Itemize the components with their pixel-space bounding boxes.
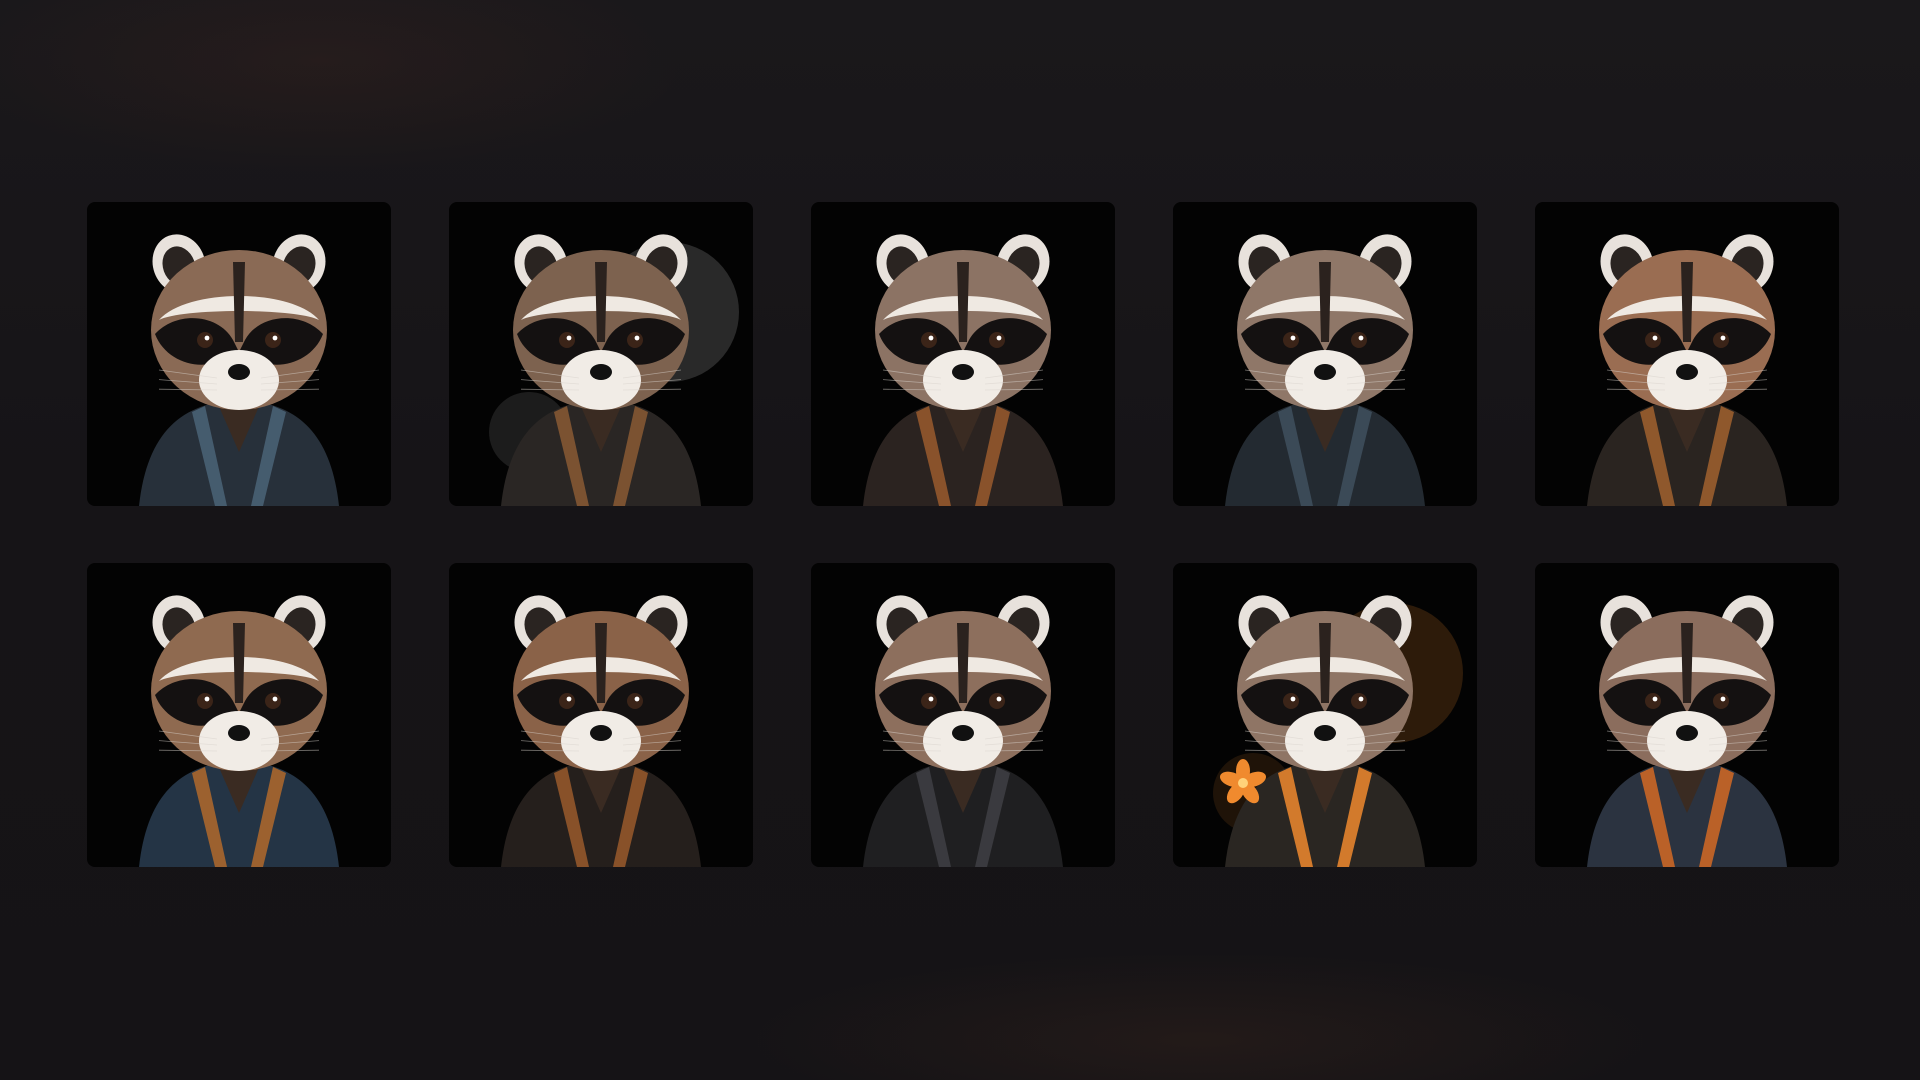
raccoon-image-tile[interactable] — [811, 563, 1115, 867]
raccoon-portrait-icon — [863, 595, 1063, 867]
raccoon-image-tile[interactable] — [1173, 202, 1477, 506]
raccoon-image-tile[interactable] — [449, 563, 753, 867]
raccoon-portrait-icon — [501, 595, 701, 867]
raccoon-portrait-icon — [139, 234, 339, 506]
raccoon-image-tile[interactable] — [811, 202, 1115, 506]
raccoon-portrait-icon — [489, 234, 739, 506]
raccoon-portrait-icon — [1587, 595, 1787, 867]
raccoon-image-tile[interactable] — [1173, 563, 1477, 867]
raccoon-image-tile[interactable] — [1535, 563, 1839, 867]
raccoon-portrait-icon — [139, 595, 339, 867]
raccoon-image-tile[interactable] — [449, 202, 753, 506]
raccoon-image-tile[interactable] — [1535, 202, 1839, 506]
raccoon-portrait-icon — [1587, 234, 1787, 506]
raccoon-portrait-icon — [1225, 234, 1425, 506]
raccoon-portrait-icon — [863, 234, 1063, 506]
raccoon-image-tile[interactable] — [87, 563, 391, 867]
raccoon-image-tile[interactable] — [87, 202, 391, 506]
gallery-page — [0, 0, 1920, 1080]
raccoon-image-grid — [87, 202, 1839, 867]
raccoon-portrait-icon — [1213, 595, 1463, 867]
